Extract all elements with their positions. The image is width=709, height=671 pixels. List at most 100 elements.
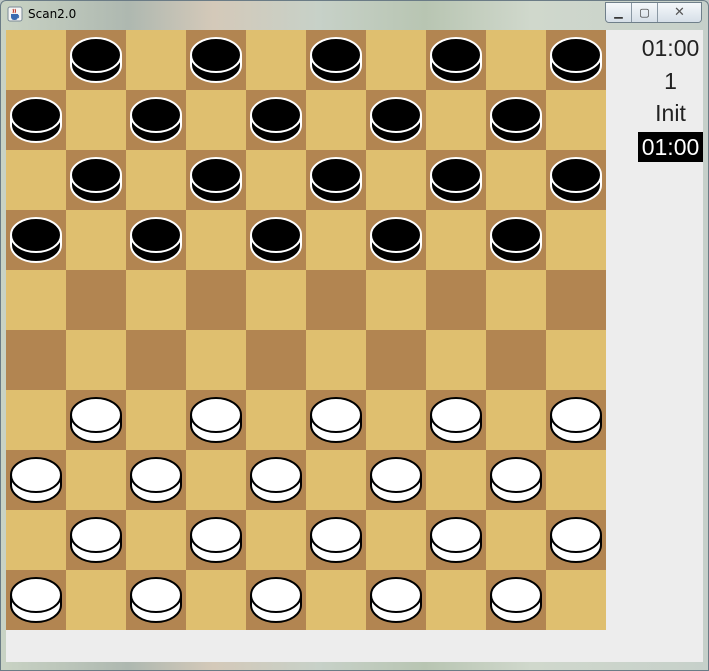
board-square-dark[interactable] <box>306 510 366 570</box>
black-piece[interactable] <box>490 216 542 264</box>
board-square-dark[interactable] <box>426 390 486 450</box>
board-square-dark[interactable] <box>486 90 546 150</box>
board-square-light <box>366 270 426 330</box>
white-piece[interactable] <box>250 576 302 624</box>
board-square-dark[interactable] <box>6 450 66 510</box>
board-square-dark[interactable] <box>546 390 606 450</box>
maximize-button[interactable]: ▢ <box>632 3 658 22</box>
board-square-dark[interactable] <box>306 270 366 330</box>
checkers-board[interactable] <box>6 30 606 630</box>
board-square-dark[interactable] <box>246 210 306 270</box>
white-piece[interactable] <box>190 396 242 444</box>
board-square-light <box>366 30 426 90</box>
board-square-dark[interactable] <box>306 390 366 450</box>
black-piece[interactable] <box>190 156 242 204</box>
board-square-dark[interactable] <box>246 90 306 150</box>
board-square-dark[interactable] <box>186 510 246 570</box>
board-square-dark[interactable] <box>546 30 606 90</box>
black-piece[interactable] <box>190 36 242 84</box>
board-square-dark[interactable] <box>546 510 606 570</box>
board-square-dark[interactable] <box>366 90 426 150</box>
black-piece[interactable] <box>250 216 302 264</box>
black-piece[interactable] <box>370 216 422 264</box>
board-square-dark[interactable] <box>126 90 186 150</box>
board-square-dark[interactable] <box>426 150 486 210</box>
white-piece[interactable] <box>70 396 122 444</box>
white-piece[interactable] <box>490 576 542 624</box>
white-piece[interactable] <box>10 456 62 504</box>
board-square-dark[interactable] <box>486 330 546 390</box>
white-piece[interactable] <box>70 516 122 564</box>
white-piece[interactable] <box>370 576 422 624</box>
minimize-button[interactable]: ▁ <box>606 3 632 22</box>
board-square-dark[interactable] <box>6 210 66 270</box>
black-piece[interactable] <box>370 96 422 144</box>
board-square-dark[interactable] <box>186 390 246 450</box>
board-square-dark[interactable] <box>306 150 366 210</box>
board-square-dark[interactable] <box>66 270 126 330</box>
white-piece[interactable] <box>130 576 182 624</box>
black-piece[interactable] <box>430 36 482 84</box>
board-square-dark[interactable] <box>6 90 66 150</box>
board-square-dark[interactable] <box>126 330 186 390</box>
black-piece[interactable] <box>10 216 62 264</box>
board-square-dark[interactable] <box>426 270 486 330</box>
board-square-dark[interactable] <box>486 450 546 510</box>
board-square-dark[interactable] <box>126 570 186 630</box>
board-square-dark[interactable] <box>486 210 546 270</box>
black-piece[interactable] <box>250 96 302 144</box>
board-square-dark[interactable] <box>246 330 306 390</box>
board-square-dark[interactable] <box>426 510 486 570</box>
board-square-dark[interactable] <box>6 570 66 630</box>
board-square-dark[interactable] <box>66 150 126 210</box>
black-piece[interactable] <box>430 156 482 204</box>
board-square-dark[interactable] <box>366 210 426 270</box>
black-piece[interactable] <box>10 96 62 144</box>
white-piece[interactable] <box>430 516 482 564</box>
black-piece[interactable] <box>310 156 362 204</box>
window-title: Scan2.0 <box>28 7 77 21</box>
board-square-dark[interactable] <box>306 30 366 90</box>
board-square-dark[interactable] <box>186 30 246 90</box>
board-square-dark[interactable] <box>186 150 246 210</box>
white-piece[interactable] <box>10 576 62 624</box>
black-piece[interactable] <box>310 36 362 84</box>
board-square-dark[interactable] <box>6 330 66 390</box>
close-button[interactable]: ✕ <box>658 3 701 22</box>
board-square-dark[interactable] <box>126 210 186 270</box>
black-piece[interactable] <box>70 156 122 204</box>
board-square-dark[interactable] <box>246 450 306 510</box>
title-bar[interactable]: Scan2.0 ▁ ▢ ✕ <box>1 1 708 29</box>
white-piece[interactable] <box>310 396 362 444</box>
board-square-light <box>546 210 606 270</box>
board-square-dark[interactable] <box>66 510 126 570</box>
board-square-dark[interactable] <box>546 270 606 330</box>
board-square-dark[interactable] <box>366 570 426 630</box>
board-square-dark[interactable] <box>186 270 246 330</box>
board-square-dark[interactable] <box>486 570 546 630</box>
white-piece[interactable] <box>550 516 602 564</box>
board-square-light <box>546 450 606 510</box>
board-square-dark[interactable] <box>426 30 486 90</box>
black-piece[interactable] <box>70 36 122 84</box>
white-piece[interactable] <box>250 456 302 504</box>
white-piece[interactable] <box>550 396 602 444</box>
black-piece[interactable] <box>130 216 182 264</box>
black-piece[interactable] <box>490 96 542 144</box>
white-piece[interactable] <box>490 456 542 504</box>
black-piece[interactable] <box>550 36 602 84</box>
board-square-dark[interactable] <box>66 30 126 90</box>
board-square-dark[interactable] <box>66 390 126 450</box>
board-square-dark[interactable] <box>366 450 426 510</box>
black-piece[interactable] <box>550 156 602 204</box>
white-piece[interactable] <box>370 456 422 504</box>
board-square-dark[interactable] <box>126 450 186 510</box>
board-square-dark[interactable] <box>246 570 306 630</box>
white-piece[interactable] <box>310 516 362 564</box>
white-piece[interactable] <box>130 456 182 504</box>
black-piece[interactable] <box>130 96 182 144</box>
board-square-dark[interactable] <box>546 150 606 210</box>
white-piece[interactable] <box>430 396 482 444</box>
board-square-dark[interactable] <box>366 330 426 390</box>
white-piece[interactable] <box>190 516 242 564</box>
